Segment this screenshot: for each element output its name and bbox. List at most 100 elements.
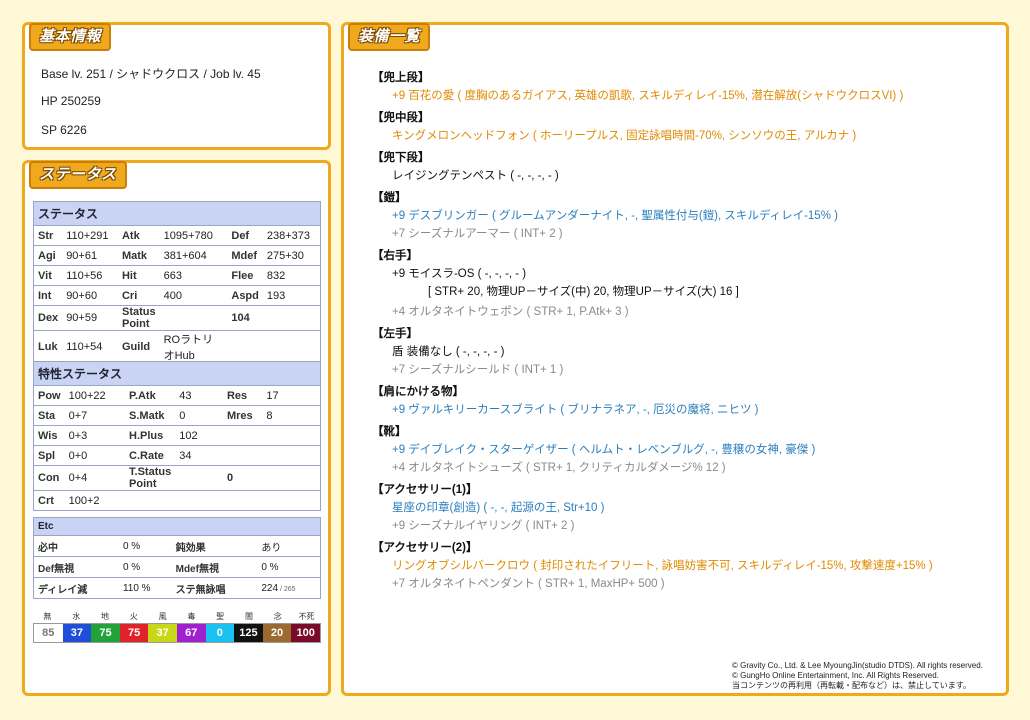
element-value: 37	[148, 624, 177, 642]
etc-cell: 0 %	[257, 556, 322, 578]
trait-status-cell	[175, 490, 223, 511]
basic-info-panel: 基本情報 Base lv. 251 / シャドウクロス / Job lv. 45…	[22, 22, 331, 150]
element-label: 風	[158, 612, 167, 621]
trait-status-cell	[175, 465, 223, 491]
equip-slot-label: 【肩にかける物】	[372, 386, 464, 398]
equip-item: [ STR+ 20, 物理UP－サイズ(中) 20, 物理UP－サイズ(大) 1…	[428, 286, 739, 298]
trait-status-cell: 100+22	[64, 385, 126, 406]
base-status-cell: 663	[159, 265, 228, 286]
base-level-line: Base lv. 251 / シャドウクロス / Job lv. 45	[41, 67, 261, 81]
etc-cell: 0 %	[118, 556, 172, 578]
element-value: 0	[205, 624, 235, 642]
equip-item: +9 モイスラ-OS ( -, -, -, - )	[392, 268, 527, 280]
trait-status-cell: H.Plus	[125, 425, 176, 446]
element-value: 20	[262, 624, 292, 642]
element-labels: 無 水 地 火 風 毒 聖 闇 念 不死	[33, 611, 321, 622]
etc-cell: ディレイ減	[32, 577, 119, 599]
equip-item: +7 シーズナルシールド ( INT+ 1 )	[392, 364, 564, 376]
etc-cell: 224 / 265	[257, 577, 322, 599]
trait-status-row: Crt 100+2	[32, 490, 322, 511]
equip-item: 盾 装備なし ( -, -, -, - )	[392, 346, 505, 358]
base-status-cell: Int	[33, 285, 63, 306]
trait-status-row: Pow 100+22 P.Atk 43 Res 17	[32, 385, 322, 406]
trait-status-cell: Pow	[32, 385, 65, 406]
etc-row: ディレイ減 110 % ステ無詠唱 224 / 265	[32, 577, 322, 599]
element-label: 念	[273, 612, 282, 621]
etc-cell: ステ無詠唱	[171, 577, 258, 599]
trait-status-cell	[222, 445, 263, 466]
element-label: 無	[43, 612, 52, 621]
element-label: 火	[129, 612, 138, 621]
base-status-row: Str 110+291 Atk 1095+780 Def 238+373	[33, 225, 321, 246]
equip-slot-label: 【兜中段】	[372, 112, 430, 124]
trait-status-row: Con 0+4 T.Status Point 0	[32, 465, 322, 491]
base-status-cell: Atk	[117, 225, 160, 246]
base-status-cell: Aspd	[227, 285, 263, 306]
element-value: 75	[91, 624, 120, 642]
trait-status-cell	[125, 490, 176, 511]
equip-slot-label: 【兜下段】	[372, 152, 430, 164]
trait-status-row: Wis 0+3 H.Plus 102	[32, 425, 322, 446]
etc-cell: Def無視	[32, 556, 119, 578]
base-status-cell: Cri	[117, 285, 160, 306]
base-status-cell: Mdef	[227, 245, 263, 266]
equipment-panel: 装備一覧 【兜上段】 +9 百花の愛 ( 度胸のあるガイアス, 英雄の凱歌, スキ…	[341, 22, 1009, 696]
trait-status-cell: 0	[222, 465, 263, 491]
element-label: 水	[72, 612, 81, 621]
equip-slot-label: 【靴】	[372, 426, 407, 438]
element-value: 37	[62, 624, 92, 642]
base-status-cell: Str	[33, 225, 63, 246]
trait-status-cell: 43	[175, 385, 223, 406]
trait-status-cell: 0+3	[64, 425, 126, 446]
trait-status-cell: Crt	[32, 490, 65, 511]
etc-cell: Mdef無視	[171, 556, 258, 578]
base-status-cell: Matk	[117, 245, 160, 266]
equipment-panel-title: 装備一覧	[348, 23, 431, 51]
base-status-cell: Flee	[227, 265, 263, 286]
equip-slot-label: 【左手】	[372, 328, 418, 340]
equip-item: リングオブシルバークロウ ( 封印されたイフリート, 詠唱妨害不可, スキルディ…	[392, 560, 933, 572]
trait-status-cell: 0+4	[64, 465, 126, 491]
base-status-cell: 110+56	[62, 265, 118, 286]
base-status-cell: Guild	[117, 330, 160, 364]
status-panel: ステータス ステータス Str 110+291 Atk 1095+780 Def 238+…	[22, 160, 331, 696]
equip-item: +9 デイブレイク・スターゲイザー ( ヘルムト・レベンブルグ, -, 豊穣の女…	[392, 444, 816, 456]
equip-item: レイジングテンペスト ( -, -, -, - )	[392, 170, 559, 182]
equip-item: +4 オルタネイトシューズ ( STR+ 1, クリティカルダメージ% 12 )	[392, 462, 726, 474]
base-status-cell: 400	[159, 285, 228, 306]
etc-cell: 必中	[32, 535, 119, 557]
element-label: 聖	[216, 612, 225, 621]
base-status-cell: 110+54	[62, 330, 118, 364]
base-status-cell: 90+59	[62, 305, 118, 331]
base-status-cell: Agi	[33, 245, 63, 266]
element-resist-bar: 85 37 75 75 37 67 0 125 20 100	[33, 623, 321, 643]
etc-cell: あり	[257, 535, 322, 557]
element-value: 75	[119, 624, 149, 642]
base-status-cell: Vit	[33, 265, 63, 286]
etc-row: Def無視 0 % Mdef無視 0 %	[32, 556, 322, 578]
trait-status-row: Sta 0+7 S.Matk 0 Mres 8	[32, 405, 322, 426]
etc-table: Etc 必中 0 % 鈍効果 あり Def無視 0 % Mdef無視 0 % ディレイ減 110 …	[32, 517, 322, 599]
base-status-cell: 110+291	[62, 225, 118, 246]
base-status-table: ステータス Str 110+291 Atk 1095+780 Def 238+373 Agi…	[33, 201, 321, 364]
element-label: 地	[100, 612, 109, 621]
trait-status-cell: S.Matk	[125, 405, 176, 426]
trait-status-cell	[222, 490, 263, 511]
etc-suffix: / 265	[278, 585, 296, 593]
equip-slot-label: 【兜上段】	[372, 72, 430, 84]
base-status-cell: Luk	[33, 330, 63, 364]
trait-status-cell: P.Atk	[125, 385, 176, 406]
base-status-cell: 381+604	[159, 245, 228, 266]
etc-cell: 鈍効果	[171, 535, 258, 557]
base-status-cell	[227, 330, 263, 364]
trait-status-header: 特性ステータス	[33, 361, 321, 386]
trait-status-cell: Wis	[32, 425, 65, 446]
trait-status-cell: T.Status Point	[125, 465, 176, 491]
trait-status-cell: Mres	[222, 405, 263, 426]
trait-status-cell: Con	[32, 465, 65, 491]
equip-item: +9 シーズナルイヤリング ( INT+ 2 )	[392, 520, 575, 532]
trait-status-cell	[262, 465, 322, 491]
trait-status-cell: 8	[262, 405, 322, 426]
equip-slot-label: 【アクセサリー(1)】	[372, 484, 478, 496]
trait-status-cell	[262, 445, 322, 466]
